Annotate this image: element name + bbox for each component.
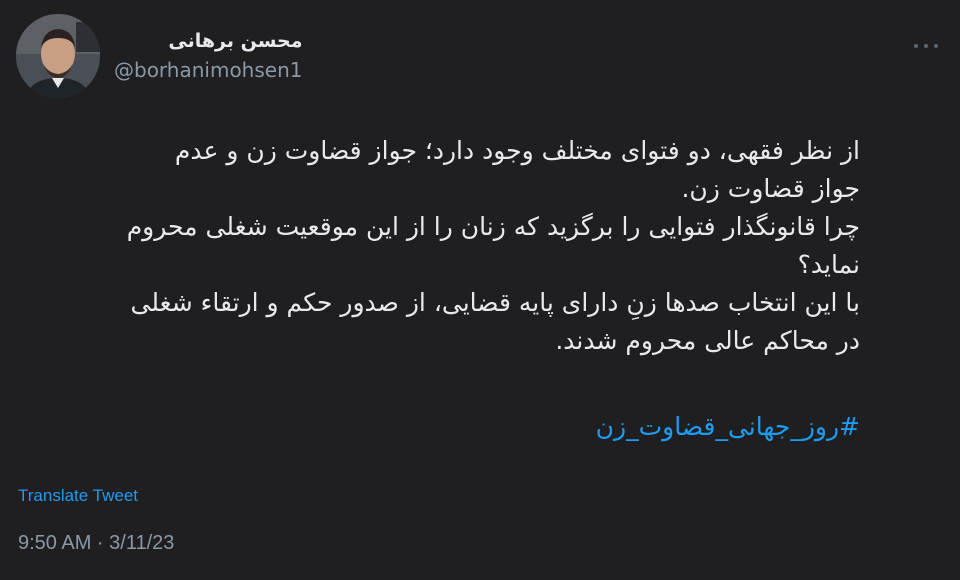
author-handle[interactable]: @borhanimohsen1 [114,56,303,84]
tweet-text-line: جواز قضاوت زن. [681,174,860,203]
tweet-card: محسن برهانی @borhanimohsen1 از نظر فقهی،… [0,0,960,580]
author-display-name[interactable]: محسن برهانی [114,28,302,54]
author-names: محسن برهانی @borhanimohsen1 [114,28,303,84]
more-horizontal-icon [914,44,918,48]
tweet-text-line: چرا قانونگذار فتوایی را برگزید که زنان ر… [126,212,860,241]
tweet-text-line: در محاکم عالی محروم شدند. [555,326,860,355]
tweet-timestamp[interactable]: 9:50 AM · 3/11/23 [18,532,174,555]
more-options-button[interactable] [908,36,944,56]
tweet-text-line: نماید؟ [797,250,860,279]
translate-tweet-button[interactable]: Translate Tweet [18,486,138,506]
more-horizontal-icon [934,44,938,48]
tweet-text-line: با این انتخاب صدها زنِ دارای پایه قضایی،… [130,288,860,317]
avatar[interactable] [16,14,100,98]
tweet-header: محسن برهانی @borhanimohsen1 [16,14,944,100]
tweet-text-line: از نظر فقهی، دو فتوای مختلف وجود دارد؛ ج… [174,136,860,165]
avatar-image [16,14,100,98]
hashtag-link[interactable]: #روز_جهانی_قضاوت_زن [596,408,860,446]
more-horizontal-icon [924,44,928,48]
tweet-text: از نظر فقهی، دو فتوای مختلف وجود دارد؛ ج… [18,132,860,360]
